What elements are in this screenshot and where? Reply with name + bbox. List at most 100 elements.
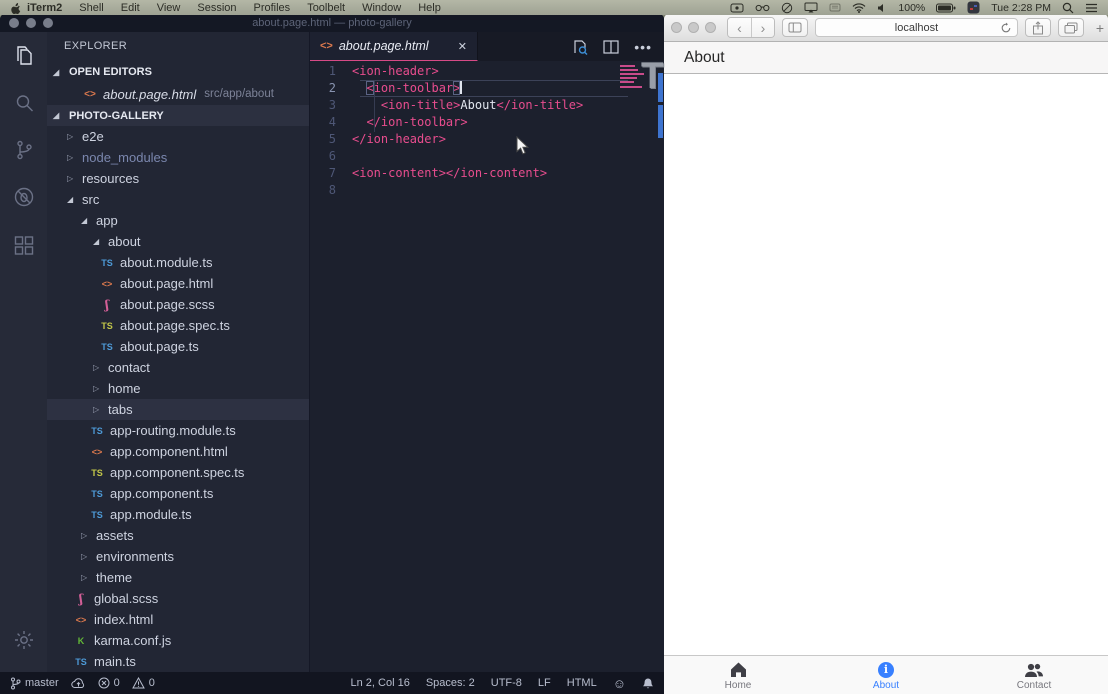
code-line-4[interactable]: 4 </ion-toolbar> [310, 114, 664, 131]
menu-item-window[interactable]: Window [362, 2, 401, 14]
menubar-clock[interactable]: Tue 2:28 PM [991, 2, 1051, 14]
warnings-status[interactable]: 0 [132, 677, 155, 689]
tree-item-about.page.spec.ts[interactable]: TSabout.page.spec.ts [47, 315, 309, 336]
debug-icon[interactable] [0, 173, 47, 220]
vscode-titlebar[interactable]: about.page.html — photo-gallery [0, 14, 664, 32]
code-line-2[interactable]: 2 <ion-toolbar> [310, 80, 664, 97]
keyboard-brightness-icon[interactable] [829, 3, 841, 12]
menu-item-view[interactable]: View [157, 2, 181, 14]
do-not-disturb-icon[interactable] [781, 2, 793, 14]
menu-item-iterm2[interactable]: iTerm2 [27, 2, 62, 14]
sidebar-toggle-button[interactable] [782, 18, 808, 37]
git-branch-status[interactable]: master [10, 677, 59, 690]
menu-item-toolbelt[interactable]: Toolbelt [307, 2, 345, 14]
apple-menu[interactable] [10, 2, 21, 13]
reload-icon[interactable] [1000, 22, 1012, 37]
code-line-1[interactable]: 1<ion-header> [310, 63, 664, 80]
code-line-5[interactable]: 5</ion-header> [310, 131, 664, 148]
tree-item-about.page.ts[interactable]: TSabout.page.ts [47, 336, 309, 357]
menu-item-session[interactable]: Session [197, 2, 236, 14]
screen-record-icon[interactable] [730, 3, 744, 13]
errors-status[interactable]: 0 [98, 677, 120, 689]
battery-icon[interactable] [936, 3, 956, 13]
zoom-window-button[interactable] [705, 22, 716, 33]
tree-item-global.scss[interactable]: ʃglobal.scss [47, 588, 309, 609]
tree-item-index.html[interactable]: <>index.html [47, 609, 309, 630]
show-tabs-button[interactable] [1058, 18, 1084, 37]
tree-item-about.page.html[interactable]: <>about.page.html [47, 273, 309, 294]
tree-item-contact[interactable]: ▷contact [47, 357, 309, 378]
tree-item-app[interactable]: ◢app [47, 210, 309, 231]
tree-item-app-routing.module.ts[interactable]: TSapp-routing.module.ts [47, 420, 309, 441]
tree-item-resources[interactable]: ▷resources [47, 168, 309, 189]
open-editors-section[interactable]: ◢ OPEN EDITORS [47, 61, 309, 83]
eol-status[interactable]: LF [538, 677, 551, 689]
cursor-position-status[interactable]: Ln 2, Col 16 [351, 677, 410, 689]
tree-item-theme[interactable]: ▷theme [47, 567, 309, 588]
notification-center-icon[interactable] [1085, 3, 1098, 13]
tab-home[interactable]: Home [664, 656, 812, 694]
project-section-header[interactable]: ◢ PHOTO-GALLERY [47, 105, 309, 126]
tab-about-page-html[interactable]: <> about.page.html ✕ [310, 32, 478, 61]
airplay-display-icon[interactable] [804, 2, 818, 13]
tree-item-app.component.html[interactable]: <>app.component.html [47, 441, 309, 462]
tree-item-home[interactable]: ▷home [47, 378, 309, 399]
address-bar[interactable]: localhost [815, 18, 1018, 37]
new-tab-button[interactable]: + [1091, 20, 1108, 36]
publish-changes-button[interactable] [71, 678, 86, 689]
source-control-icon[interactable] [0, 126, 47, 173]
tree-item-tabs[interactable]: ▷tabs [47, 399, 309, 420]
search-icon[interactable] [0, 79, 47, 126]
explorer-icon[interactable] [0, 32, 47, 79]
tree-item-about[interactable]: ◢about [47, 231, 309, 252]
tree-item-environments[interactable]: ▷environments [47, 546, 309, 567]
tree-item-node_modules[interactable]: ▷node_modules [47, 147, 309, 168]
menu-extra-app-icon[interactable] [967, 1, 980, 14]
tree-item-about.module.ts[interactable]: TSabout.module.ts [47, 252, 309, 273]
open-editor-item[interactable]: <> about.page.html src/app/about [47, 83, 309, 105]
volume-icon[interactable] [877, 3, 887, 13]
settings-gear-icon[interactable] [0, 616, 47, 663]
chevron-expanded-icon: ◢ [67, 195, 77, 204]
tree-item-label: home [108, 381, 141, 396]
tree-item-main.ts[interactable]: TSmain.ts [47, 651, 309, 672]
glasses-icon[interactable] [755, 3, 770, 12]
tab-about[interactable]: i About [812, 656, 960, 694]
notifications-bell-icon[interactable] [642, 677, 654, 690]
tree-item-src[interactable]: ◢src [47, 189, 309, 210]
code-line-8[interactable]: 8 [310, 182, 664, 199]
minimize-window-button[interactable] [688, 22, 699, 33]
code-line-3[interactable]: 3 <ion-title>About</ion-title> [310, 97, 664, 114]
code-line-7[interactable]: 7<ion-content></ion-content> [310, 165, 664, 182]
close-tab-icon[interactable]: ✕ [458, 40, 467, 53]
wifi-icon[interactable] [852, 3, 866, 13]
share-button[interactable] [1025, 18, 1051, 37]
indentation-status[interactable]: Spaces: 2 [426, 677, 475, 689]
close-window-button[interactable] [671, 22, 682, 33]
more-actions-icon[interactable]: ••• [634, 42, 652, 52]
split-editor-icon[interactable] [603, 40, 619, 54]
encoding-status[interactable]: UTF-8 [491, 677, 522, 689]
tree-item-app.module.ts[interactable]: TSapp.module.ts [47, 504, 309, 525]
tree-item-app.component.spec.ts[interactable]: TSapp.component.spec.ts [47, 462, 309, 483]
menu-item-help[interactable]: Help [418, 2, 441, 14]
tree-item-karma.conf.js[interactable]: Kkarma.conf.js [47, 630, 309, 651]
language-mode-status[interactable]: HTML [567, 677, 597, 689]
tree-item-e2e[interactable]: ▷e2e [47, 126, 309, 147]
tree-item-assets[interactable]: ▷assets [47, 525, 309, 546]
menu-item-profiles[interactable]: Profiles [254, 2, 291, 14]
menu-item-edit[interactable]: Edit [121, 2, 140, 14]
code-editor[interactable]: 1<ion-header>2 <ion-toolbar>3 <ion-title… [310, 61, 664, 672]
forward-button[interactable]: › [751, 18, 774, 37]
extensions-icon[interactable] [0, 220, 47, 267]
feedback-smiley-icon[interactable]: ☺ [613, 676, 626, 691]
tree-item-label: tabs [108, 402, 133, 417]
tree-item-about.page.scss[interactable]: ʃabout.page.scss [47, 294, 309, 315]
tree-item-app.component.ts[interactable]: TSapp.component.ts [47, 483, 309, 504]
menu-item-shell[interactable]: Shell [79, 2, 103, 14]
tab-contact[interactable]: Contact [960, 656, 1108, 694]
back-button[interactable]: ‹ [728, 18, 751, 37]
spotlight-icon[interactable] [1062, 2, 1074, 14]
find-in-file-icon[interactable] [572, 39, 588, 55]
code-line-6[interactable]: 6 [310, 148, 664, 165]
